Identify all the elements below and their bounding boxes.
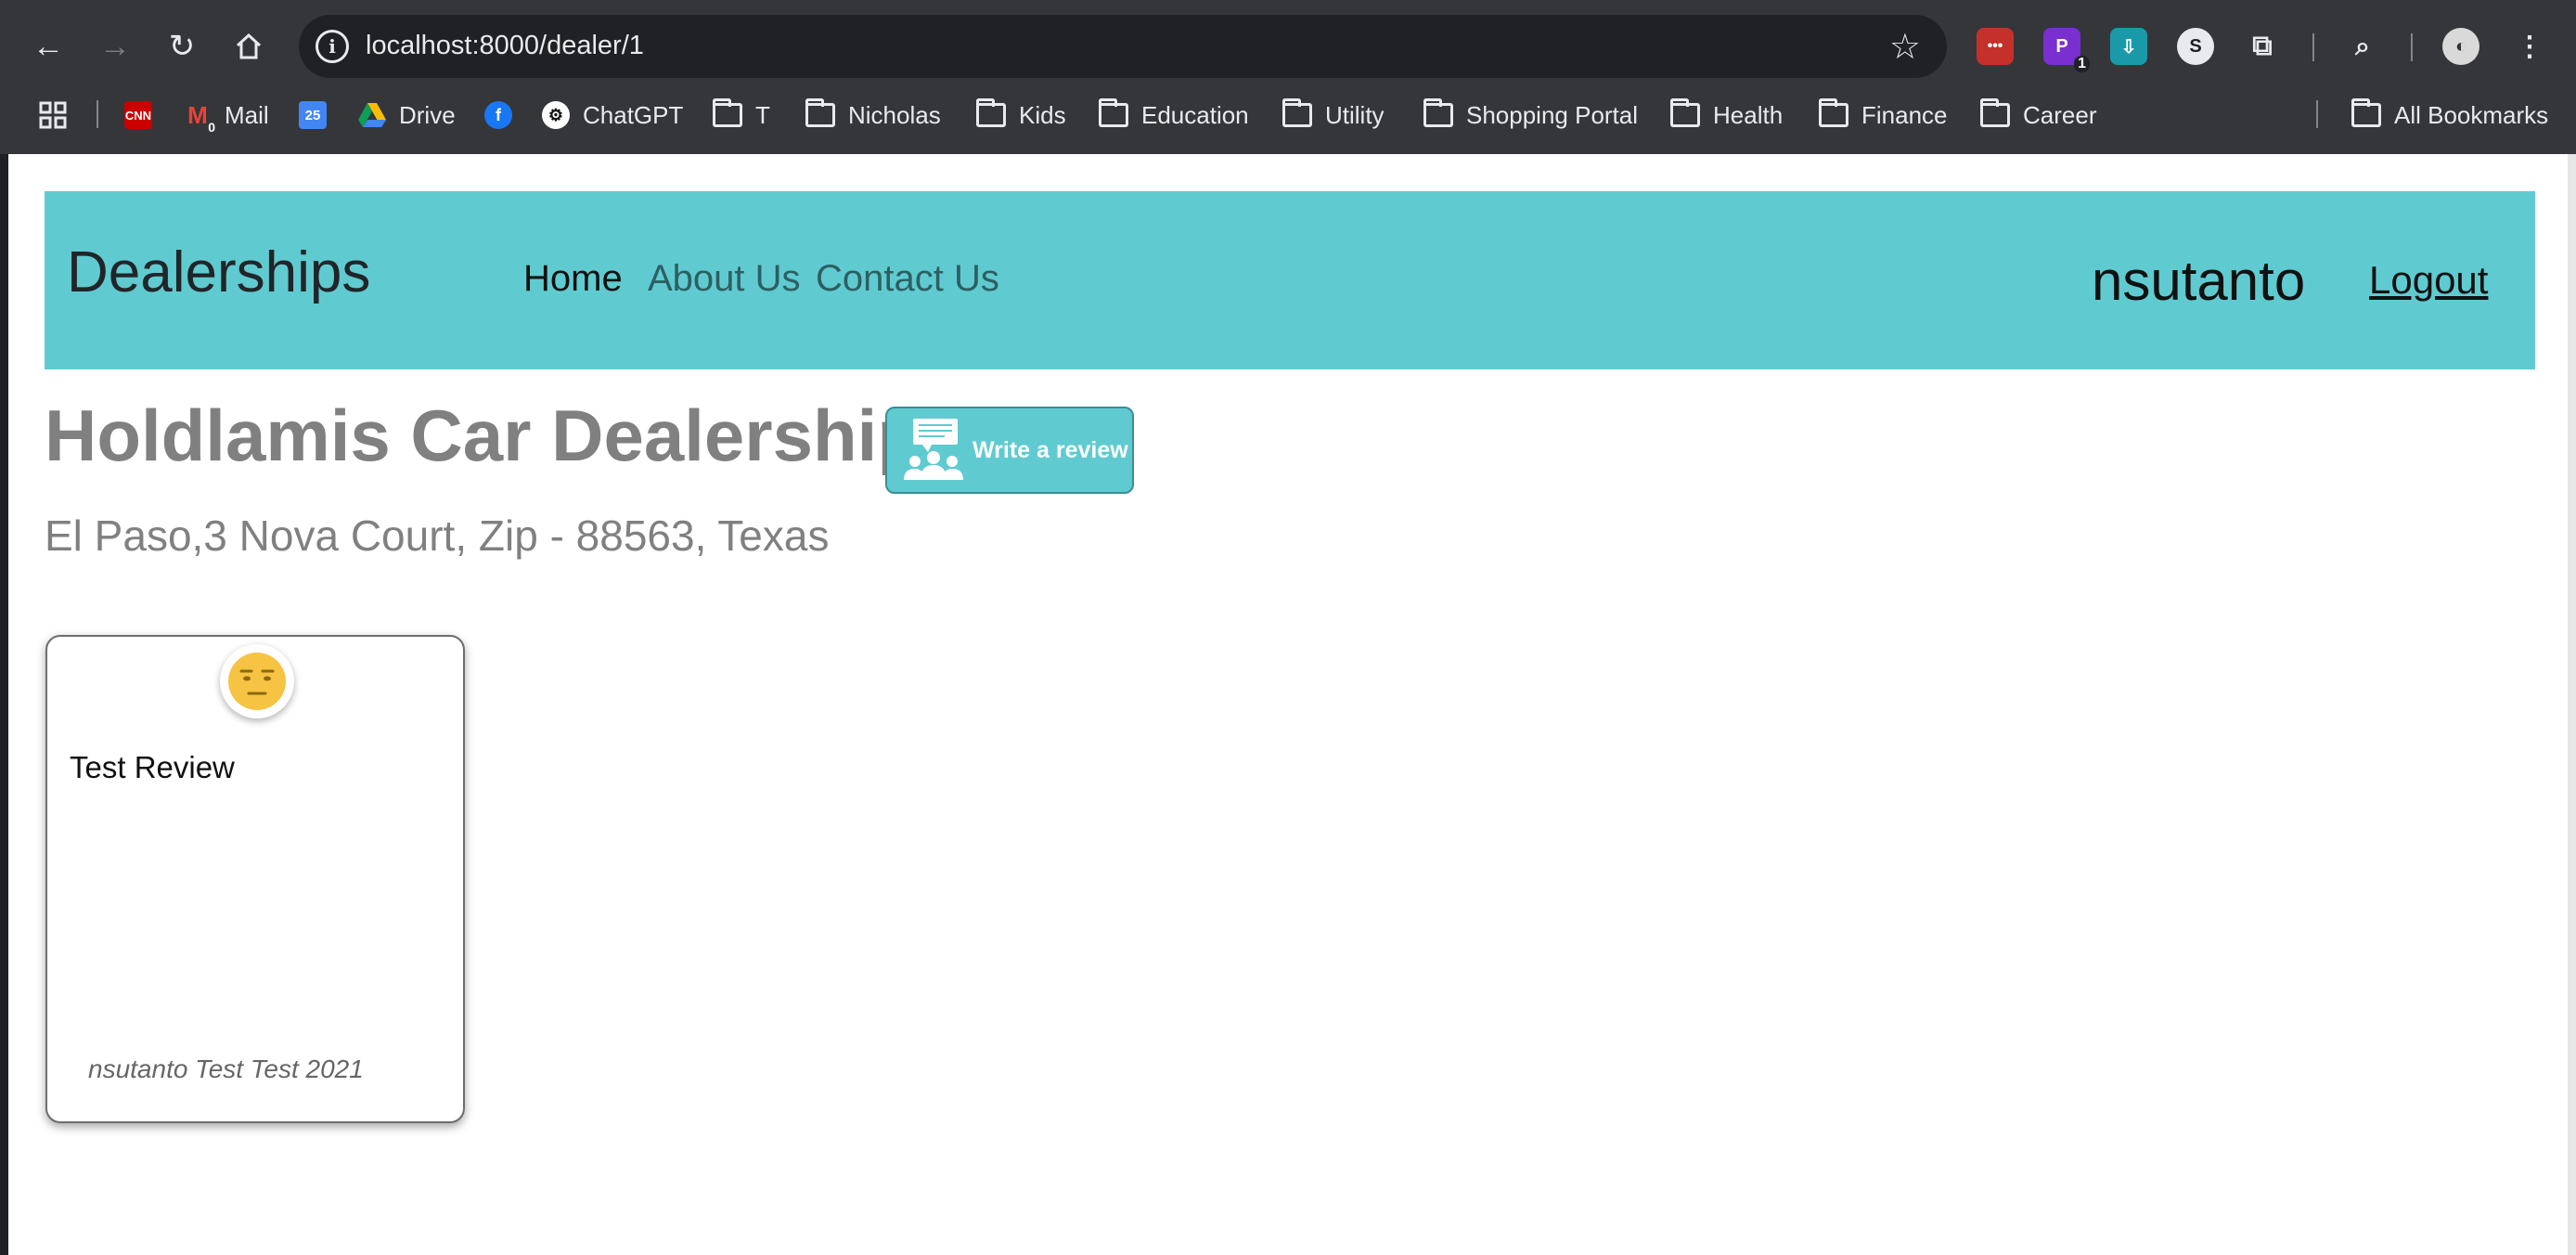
bookmark-facebook[interactable]: f — [484, 98, 512, 132]
write-review-button[interactable]: Write a review — [885, 407, 1134, 494]
bookmark-label: Utility — [1325, 100, 1385, 129]
folder-icon — [976, 98, 1006, 127]
back-icon[interactable]: ← — [28, 26, 69, 67]
username: nsutanto — [2092, 250, 2306, 312]
folder-icon — [1980, 98, 2010, 127]
bookmark-folder-education[interactable]: Education — [1099, 98, 1249, 132]
folder-icon — [1670, 98, 1700, 127]
review-author: nsutanto Test Test 2021 — [88, 1054, 364, 1083]
extensions-puzzle-icon[interactable]: ⧉ — [2244, 28, 2281, 65]
folder-icon — [1099, 98, 1128, 127]
bookmark-label: Nicholas — [848, 100, 941, 129]
bookmark-calendar[interactable]: 25 — [299, 98, 327, 132]
dealer-name: Holdlamis Car Dealership — [45, 395, 921, 476]
extension-p-text: P — [2055, 35, 2068, 57]
dealer-address: El Paso,3 Nova Court, Zip - 88563, Texas — [45, 511, 830, 560]
review-people-icon — [904, 417, 963, 485]
tab-search-icon[interactable]: ⌕ — [2344, 28, 2381, 65]
forward-icon[interactable]: → — [95, 26, 135, 67]
bookmarks-divider — [2316, 100, 2318, 128]
brand-title[interactable]: Dealerships — [67, 239, 370, 305]
bookmark-folder-nicholas[interactable]: Nicholas — [805, 98, 941, 132]
url-text[interactable]: localhost:8000/dealer/1 — [366, 31, 644, 61]
folder-icon — [713, 98, 742, 127]
folder-icon — [1423, 98, 1453, 127]
extension-lastpass-icon[interactable]: ••• — [1977, 28, 2014, 65]
facebook-icon: f — [484, 101, 512, 129]
bookmark-label: Education — [1141, 100, 1249, 129]
profile-avatar-icon[interactable]: ◐ — [2442, 28, 2479, 65]
bookmark-label: Shopping Portal — [1466, 100, 1639, 129]
calendar-icon: 25 — [299, 101, 327, 129]
menu-kebab-icon[interactable]: ⋮ — [2511, 28, 2548, 65]
review-text: Test Review — [70, 750, 235, 784]
bookmarks-bar: CNN M0 Mail 25 Drive f ⚙ ChatGPT T Nicho… — [0, 91, 2576, 139]
bookmark-chatgpt[interactable]: ⚙ ChatGPT — [542, 98, 683, 132]
folder-icon — [1819, 98, 1848, 127]
extension-s-text: S — [2189, 35, 2202, 57]
bookmark-star-icon[interactable]: ☆ — [1889, 26, 1921, 68]
review-card: Test Review nsutanto Test Test 2021 — [45, 635, 465, 1123]
bookmark-label: Career — [2023, 100, 2097, 129]
toolbar-divider — [2411, 33, 2413, 61]
extension-s-icon[interactable]: S — [2177, 28, 2214, 65]
bookmark-folder-utility[interactable]: Utility — [1282, 98, 1385, 132]
bookmark-mail[interactable]: M0 Mail — [184, 98, 269, 135]
bookmark-cnn[interactable]: CNN — [124, 98, 152, 132]
bookmark-folder-health[interactable]: Health — [1670, 98, 1783, 132]
browser-chrome: ← → ↻ i localhost:8000/dealer/1 ☆ ••• P1… — [0, 0, 2576, 154]
download-icon[interactable]: ⇩ — [2110, 28, 2147, 65]
bookmark-label: ChatGPT — [583, 100, 684, 129]
neutral-face-icon — [220, 644, 294, 718]
mail-badge: 0 — [208, 120, 215, 135]
home-icon[interactable] — [228, 26, 269, 67]
bookmark-drive[interactable]: Drive — [358, 98, 456, 132]
site-info-icon[interactable]: i — [316, 30, 349, 63]
bookmark-label: Mail — [225, 100, 269, 129]
nav-contact-us[interactable]: Contact Us — [816, 258, 999, 300]
extension-badge: 1 — [2074, 56, 2090, 72]
cnn-icon: CNN — [124, 101, 152, 129]
apps-grid-icon[interactable] — [39, 98, 67, 132]
all-bookmarks-label: All Bookmarks — [2394, 100, 2549, 129]
site-navbar: Dealerships Home About Us Contact Us nsu… — [45, 191, 2535, 369]
address-bar[interactable]: i localhost:8000/dealer/1 ☆ — [299, 15, 1947, 78]
bookmark-folder-finance[interactable]: Finance — [1819, 98, 1948, 132]
bookmark-folder-shopping-portal[interactable]: Shopping Portal — [1423, 98, 1638, 132]
folder-icon — [2351, 98, 2381, 127]
nav-home[interactable]: Home — [523, 258, 623, 300]
folder-icon — [1282, 98, 1312, 127]
bookmark-label: Finance — [1861, 100, 1948, 129]
bookmark-folder-kids[interactable]: Kids — [976, 98, 1066, 132]
reload-icon[interactable]: ↻ — [161, 26, 202, 67]
logout-link[interactable]: Logout — [2369, 258, 2488, 303]
all-bookmarks[interactable]: All Bookmarks — [2351, 98, 2548, 132]
nav-about-us[interactable]: About Us — [648, 258, 801, 300]
folder-icon — [805, 98, 835, 127]
bookmark-label: Health — [1713, 100, 1784, 129]
gmail-icon: M0 — [187, 100, 215, 135]
chatgpt-icon: ⚙ — [542, 101, 570, 129]
write-review-label: Write a review — [972, 436, 1128, 463]
toolbar-divider — [2312, 33, 2314, 61]
google-drive-icon — [358, 101, 386, 129]
bookmark-label: Kids — [1019, 100, 1066, 129]
bookmark-label: T — [755, 100, 770, 129]
extension-p-icon[interactable]: P1 — [2043, 28, 2090, 72]
browser-toolbar: ← → ↻ i localhost:8000/dealer/1 ☆ ••• P1… — [0, 13, 2576, 80]
page-content: Dealerships Home About Us Contact Us nsu… — [8, 154, 2568, 1255]
bookmarks-divider — [97, 100, 98, 128]
page-scrollbar[interactable] — [2568, 154, 2576, 1255]
bookmark-folder-career[interactable]: Career — [1980, 98, 2096, 132]
bookmark-label: Drive — [399, 100, 456, 129]
bookmark-folder-t[interactable]: T — [713, 98, 770, 132]
